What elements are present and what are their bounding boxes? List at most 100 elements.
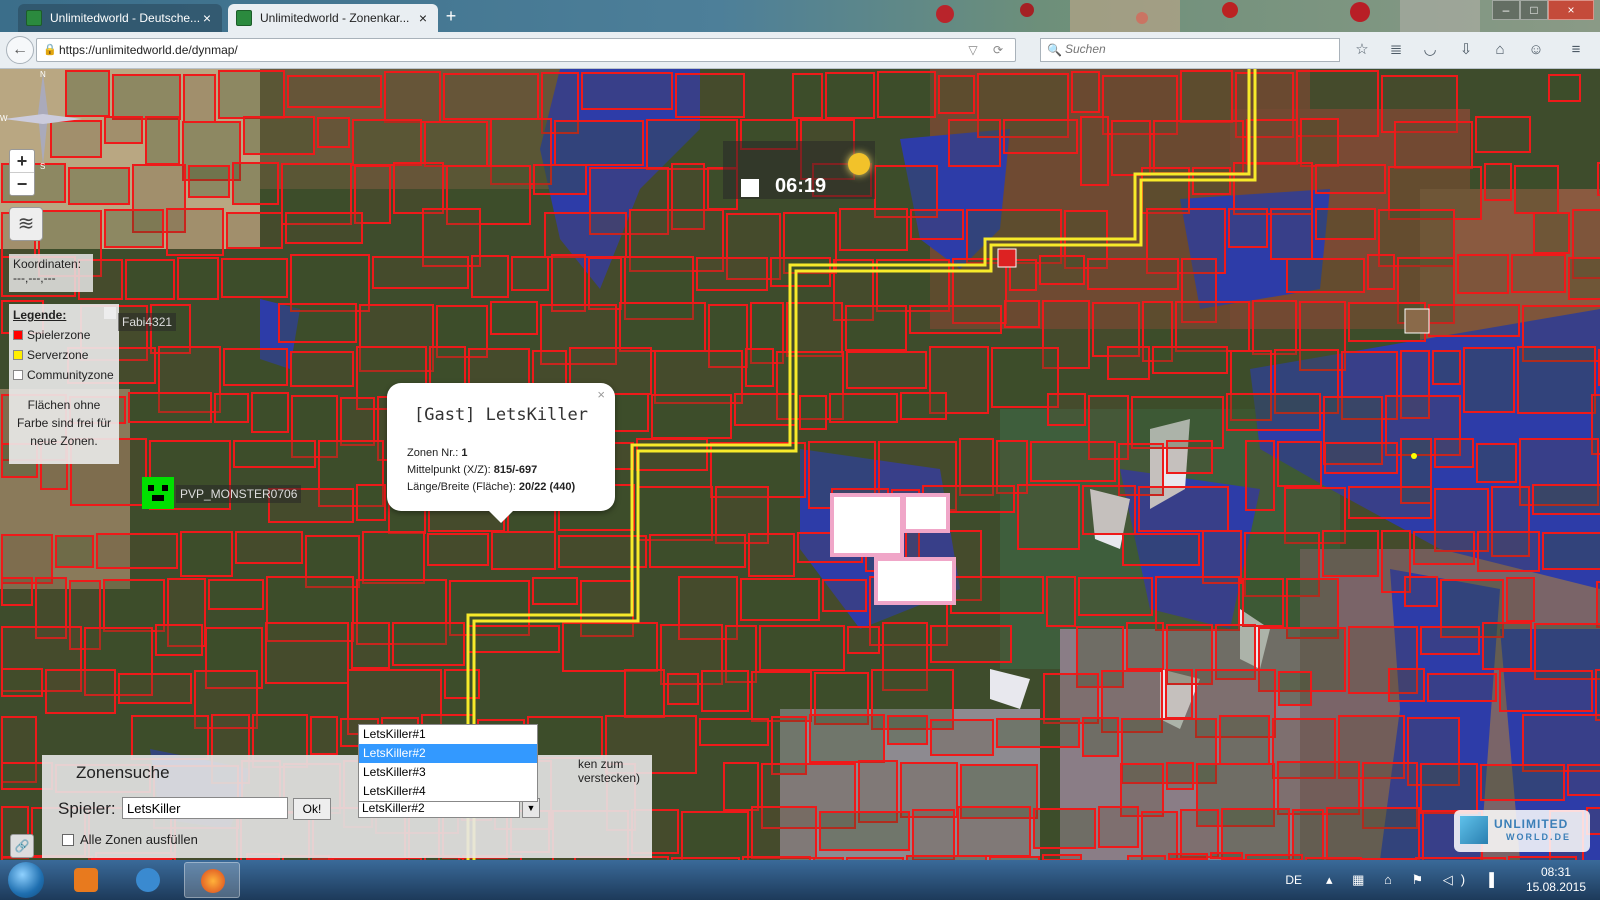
player-zone[interactable]	[1434, 438, 1474, 468]
player-zone[interactable]	[1071, 71, 1100, 113]
player-zone[interactable]	[699, 718, 769, 746]
player-zone[interactable]	[1506, 577, 1535, 622]
player-zone[interactable]	[996, 718, 1080, 748]
pocket-icon[interactable]: ◡	[1420, 40, 1440, 60]
player-zone[interactable]	[876, 259, 950, 312]
player-zone[interactable]	[877, 71, 936, 118]
player-zone[interactable]	[68, 167, 130, 205]
player-zone[interactable]	[825, 72, 875, 119]
player-zone[interactable]	[1367, 254, 1395, 290]
player-zone[interactable]	[351, 622, 390, 669]
player-zone[interactable]	[1278, 671, 1312, 706]
player-zone[interactable]	[1420, 626, 1480, 655]
player-zone[interactable]	[1413, 531, 1475, 565]
player-zone[interactable]	[930, 719, 994, 756]
player-zone[interactable]	[619, 302, 706, 352]
player-zone[interactable]	[910, 209, 964, 240]
tab-unlimitedworld-zonenkarte[interactable]: Unlimitedworld - Zonenkar... ×	[228, 4, 438, 32]
player-zone[interactable]	[1228, 208, 1268, 248]
new-tab-button[interactable]: +	[440, 6, 462, 28]
player-zone[interactable]	[751, 806, 817, 859]
player-zone[interactable]	[667, 673, 699, 705]
player-zone[interactable]	[1126, 622, 1164, 670]
layers-icon[interactable]: ≋	[9, 207, 43, 241]
zoom-out-button[interactable]: −	[10, 173, 34, 195]
player-zone[interactable]	[649, 534, 746, 568]
player-zone[interactable]	[1277, 441, 1322, 487]
player-zone[interactable]	[846, 351, 927, 389]
player-zone[interactable]	[233, 440, 316, 468]
player-zone[interactable]	[356, 484, 386, 521]
player-zone[interactable]	[1514, 165, 1559, 214]
player-zone[interactable]	[1326, 807, 1420, 860]
player-zone[interactable]	[1511, 254, 1566, 293]
player-zone[interactable]	[1427, 673, 1497, 702]
player-label-pvp-monster0706[interactable]: PVP_MONSTER0706	[176, 485, 302, 503]
start-button[interactable]	[8, 862, 44, 898]
bookmarks-list-icon[interactable]: ≣	[1386, 40, 1406, 60]
tray-icons[interactable]: ▴ ▦ ⌂ ⚑ ◁) ▐	[1326, 872, 1502, 888]
player-zone[interactable]	[696, 257, 768, 291]
player-zone[interactable]	[1533, 212, 1570, 254]
player-zone[interactable]	[55, 535, 94, 568]
player-zone[interactable]	[1202, 530, 1242, 584]
url-bar[interactable]: 🔒 https://unlimitedworld.de/dynmap/ ▽ ⟳	[36, 38, 1016, 62]
player-zone[interactable]	[1153, 120, 1244, 174]
player-zone[interactable]	[1003, 119, 1078, 154]
reload-icon[interactable]: ▽ ⟳	[968, 39, 1009, 61]
player-zone[interactable]	[125, 259, 175, 300]
player-zone[interactable]	[384, 71, 441, 123]
player-zone[interactable]	[581, 72, 673, 110]
player-zone[interactable]	[759, 625, 845, 671]
tray-clock[interactable]: 08:31 15.08.2015	[1526, 865, 1586, 895]
player-zone[interactable]	[1277, 761, 1360, 815]
player-zone[interactable]	[155, 624, 203, 656]
player-zone[interactable]	[180, 531, 233, 577]
player-zone[interactable]	[1420, 763, 1478, 814]
player-zone[interactable]	[265, 622, 349, 684]
player-zone[interactable]	[310, 716, 338, 755]
player-zone[interactable]	[839, 208, 908, 251]
player-zone[interactable]	[651, 394, 732, 439]
player-zone[interactable]	[226, 212, 283, 249]
player-zone[interactable]	[218, 70, 285, 119]
player-zone[interactable]	[183, 74, 216, 123]
link-icon[interactable]: 🔗	[10, 834, 34, 858]
player-zone[interactable]	[701, 670, 749, 712]
player-zone[interactable]	[1082, 717, 1119, 757]
player-zone[interactable]	[112, 74, 181, 120]
player-zone[interactable]	[1047, 393, 1086, 426]
zone-option[interactable]: LetsKiller#4	[359, 782, 537, 801]
player-zone[interactable]	[1348, 486, 1432, 519]
player-label-fabi4321[interactable]: Fabi4321	[118, 313, 177, 331]
player-zone[interactable]	[1219, 715, 1270, 765]
player-zone[interactable]	[681, 811, 749, 860]
player-zone[interactable]	[491, 531, 556, 570]
player-zone[interactable]	[372, 256, 469, 289]
player-zone[interactable]	[1475, 116, 1531, 153]
player-zone[interactable]	[1457, 254, 1509, 294]
player-zone[interactable]	[1165, 669, 1193, 719]
player-zone[interactable]	[285, 212, 363, 244]
player-zone[interactable]	[1286, 258, 1365, 293]
player-zone[interactable]	[1004, 300, 1040, 328]
player-zone[interactable]	[104, 116, 143, 144]
player-zone[interactable]	[912, 809, 955, 860]
player-zone[interactable]	[232, 162, 279, 205]
player-zone[interactable]	[1233, 162, 1313, 215]
player-zone[interactable]	[544, 212, 627, 258]
player-zone[interactable]	[1082, 485, 1136, 535]
player-zone[interactable]	[1166, 440, 1213, 474]
player-zone[interactable]	[1270, 208, 1313, 260]
player-zone[interactable]	[1046, 576, 1076, 627]
player-zone[interactable]	[1, 534, 53, 584]
player-zone[interactable]	[1166, 762, 1194, 790]
player-zone[interactable]	[792, 73, 823, 119]
player-zone[interactable]	[1394, 121, 1473, 169]
back-button[interactable]: ←	[6, 36, 34, 64]
player-zone[interactable]	[887, 715, 928, 745]
player-zone[interactable]	[45, 669, 116, 714]
player-zone[interactable]	[1141, 811, 1178, 860]
player-zone[interactable]	[145, 116, 180, 165]
player-zone[interactable]	[1300, 118, 1339, 167]
